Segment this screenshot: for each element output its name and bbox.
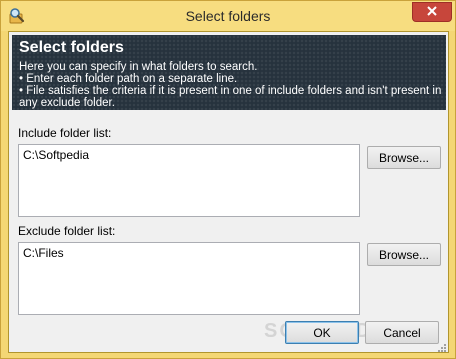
banner-description-line: Here you can specify in what folders to …	[19, 61, 258, 73]
dialog-window: Select folders Select folders Here you c…	[0, 0, 456, 359]
exclude-folder-textarea[interactable]: C:\Files	[18, 242, 360, 315]
resize-grip-icon[interactable]	[436, 341, 446, 352]
dialog-client-area: Select folders Here you can specify in w…	[8, 31, 449, 353]
include-folder-label: Include folder list:	[18, 126, 112, 140]
cancel-button[interactable]: Cancel	[365, 321, 439, 344]
ok-button[interactable]: OK	[285, 321, 359, 344]
window-title: Select folders	[185, 8, 271, 24]
banner-description-line: • File satisfies the criteria if it is p…	[19, 85, 442, 97]
close-icon	[426, 5, 438, 20]
close-button[interactable]	[412, 2, 452, 22]
header-banner: Select folders Here you can specify in w…	[12, 35, 446, 110]
banner-description-line: any exclude folder.	[19, 97, 115, 109]
title-bar[interactable]: Select folders	[1, 1, 455, 31]
banner-title: Select folders	[19, 39, 124, 56]
include-browse-button[interactable]: Browse...	[367, 146, 441, 169]
exclude-folder-label: Exclude folder list:	[18, 224, 116, 238]
banner-description-line: • Enter each folder path on a separate l…	[19, 73, 238, 85]
include-folder-textarea[interactable]: C:\Softpedia	[18, 144, 360, 217]
exclude-browse-button[interactable]: Browse...	[367, 243, 441, 266]
